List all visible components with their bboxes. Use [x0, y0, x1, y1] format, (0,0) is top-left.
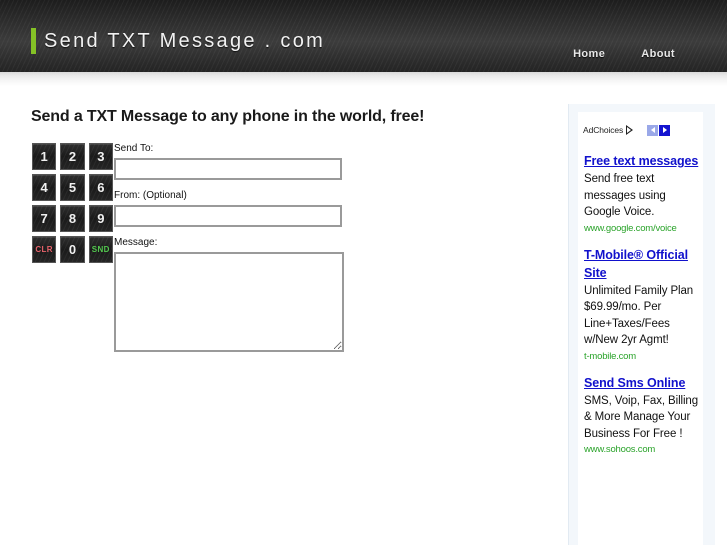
adchoices-label[interactable]: AdChoices: [583, 125, 623, 135]
ad-title-link[interactable]: Free text messages: [584, 152, 699, 170]
site-header: Send TXT Message . com Home About: [0, 0, 727, 72]
send-to-input[interactable]: [114, 158, 342, 180]
ad-title-link[interactable]: T-Mobile® Official Site: [584, 246, 699, 282]
left-arrow-icon[interactable]: [647, 124, 659, 136]
key-2[interactable]: 2: [60, 143, 85, 170]
ad-pager: [647, 124, 671, 136]
nav-link-home[interactable]: Home: [573, 48, 605, 60]
ad-sidebar: AdChoices Free text messages Send free t…: [568, 104, 715, 545]
keypad-row: CLR 0 SND: [32, 236, 117, 263]
ad-description: Send free text messages using Google Voi…: [584, 173, 666, 218]
key-3[interactable]: 3: [88, 143, 113, 170]
ad-description: SMS, Voip, Fax, Billing & More Manage Yo…: [584, 394, 699, 440]
from-label: From: (Optional): [114, 190, 187, 201]
ad-item: Free text messages Send free text messag…: [578, 152, 703, 236]
main-navigation: Home About: [573, 48, 675, 60]
nav-link-about[interactable]: About: [641, 48, 675, 60]
message-form: Send To: From: (Optional) Message:: [114, 143, 346, 352]
keypad-row: 4 5 6: [32, 174, 117, 201]
key-1[interactable]: 1: [32, 143, 57, 170]
key-0[interactable]: 0: [60, 236, 85, 263]
header-underline: [0, 72, 727, 86]
ad-description: Unlimited Family Plan $69.99/mo. Per Lin…: [584, 284, 694, 347]
from-input[interactable]: [114, 205, 342, 227]
key-8[interactable]: 8: [60, 205, 85, 232]
ad-title-link[interactable]: Send Sms Online: [584, 374, 699, 392]
key-send[interactable]: SND: [88, 236, 113, 263]
key-4[interactable]: 4: [32, 174, 57, 201]
ad-url[interactable]: www.sohoos.com: [584, 443, 699, 457]
page-root: Send TXT Message . com Home About Send a…: [0, 0, 727, 545]
ad-url[interactable]: www.google.com/voice: [584, 222, 699, 236]
key-6[interactable]: 6: [88, 174, 113, 201]
ad-unit: AdChoices Free text messages Send free t…: [578, 112, 703, 545]
key-9[interactable]: 9: [88, 205, 113, 232]
page-title: Send a TXT Message to any phone in the w…: [31, 108, 425, 125]
adchoices-triangle-icon[interactable]: [626, 125, 635, 135]
send-to-label: Send To:: [114, 143, 154, 154]
keypad-row: 1 2 3: [32, 143, 117, 170]
ad-url[interactable]: t-mobile.com: [584, 350, 699, 364]
ad-item: T-Mobile® Official Site Unlimited Family…: [578, 246, 703, 364]
key-7[interactable]: 7: [32, 205, 57, 232]
message-label: Message:: [114, 237, 158, 248]
dial-keypad: 1 2 3 4 5 6 7 8 9 CLR 0 SND: [32, 143, 117, 267]
brand-title: Send TXT Message . com: [44, 30, 326, 52]
keypad-row: 7 8 9: [32, 205, 117, 232]
site-brand[interactable]: Send TXT Message . com: [31, 28, 325, 54]
message-textarea[interactable]: [114, 252, 344, 352]
key-5[interactable]: 5: [60, 174, 85, 201]
right-arrow-icon[interactable]: [659, 124, 671, 136]
brand-accent-bar: [31, 28, 36, 54]
adchoices-row: AdChoices: [578, 120, 703, 138]
ad-item: Send Sms Online SMS, Voip, Fax, Billing …: [578, 374, 703, 458]
key-clear[interactable]: CLR: [32, 236, 57, 263]
